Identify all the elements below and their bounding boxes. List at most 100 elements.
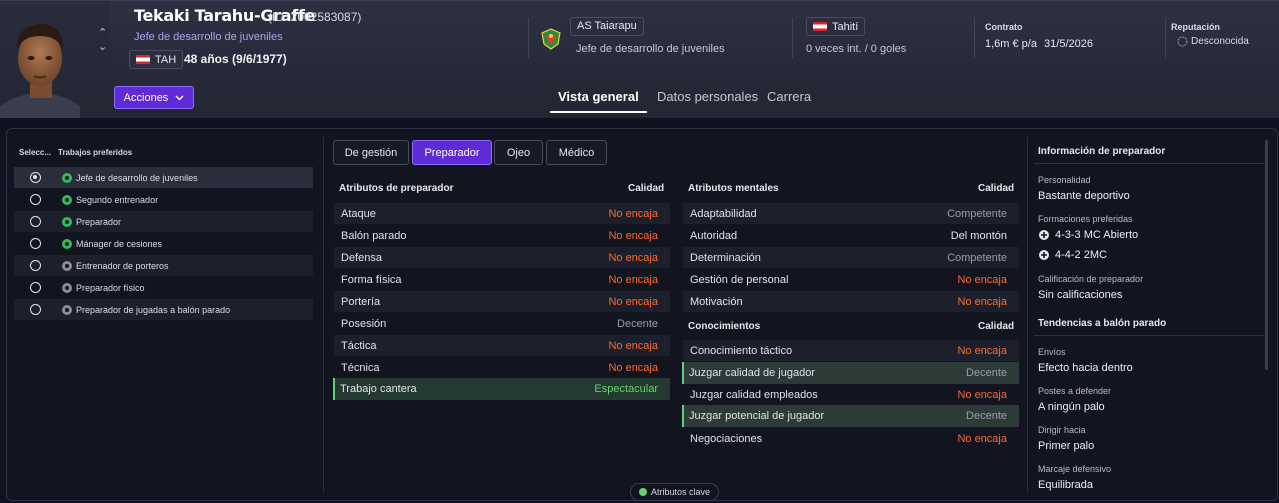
attribute-value: No encaja	[608, 207, 658, 220]
formation-label: 4-3-3 MC Abierto	[1055, 229, 1139, 241]
subtab-scouting[interactable]: Ojeo	[494, 140, 543, 165]
attribute-row[interactable]: Portería No encaja	[334, 291, 670, 312]
marking-value: Equilibrada	[1038, 479, 1094, 491]
subtab-coach[interactable]: Preparador	[412, 140, 492, 165]
reputation-star-icon	[1177, 36, 1188, 47]
attribute-value: No encaja	[957, 273, 1007, 286]
tab-overview[interactable]: Vista general	[558, 89, 639, 104]
formation-item[interactable]: 4-3-3 MC Abierto	[1038, 229, 1138, 241]
attribute-row[interactable]: Ataque No encaja	[334, 203, 670, 224]
rating-label: Calificación de preparador	[1038, 274, 1144, 284]
attribute-row[interactable]: Juzgar calidad empleados No encaja	[683, 384, 1019, 405]
job-label: Preparador de jugadas a balón parado	[76, 304, 231, 315]
actions-label: Acciones	[123, 91, 169, 104]
attribute-row[interactable]: Posesión Decente	[334, 313, 670, 334]
whistle-icon	[62, 282, 72, 293]
attribute-row[interactable]: Gestión de personal No encaja	[683, 269, 1019, 290]
header-divider	[974, 18, 975, 58]
preferred-job-row[interactable]: Mánager de cesiones	[14, 233, 313, 254]
radio-unselected[interactable]	[30, 216, 41, 227]
attribute-name: Técnica	[341, 361, 380, 374]
job-label: Mánager de cesiones	[76, 238, 163, 249]
key-attributes-label: Atributos clave	[651, 487, 711, 497]
personality-value: Bastante deportivo	[1038, 190, 1130, 202]
attribute-name: Ataque	[341, 207, 376, 220]
attribute-row[interactable]: Negociaciones No encaja	[683, 428, 1019, 449]
attribute-name: Negociaciones	[690, 432, 763, 445]
radio-selected[interactable]	[30, 172, 41, 183]
actions-button[interactable]: Acciones	[114, 86, 194, 109]
attribute-value: No encaja	[957, 295, 1007, 308]
attribute-row[interactable]: Motivación No encaja	[683, 291, 1019, 312]
setpiece-tendencies-title: Tendencias a balón parado	[1038, 318, 1167, 329]
posts-label: Postes a defender	[1038, 386, 1112, 396]
person-job-link[interactable]: Jefe de desarrollo de juveniles	[134, 31, 283, 43]
attribute-value: No encaja	[608, 229, 658, 242]
reputation-label: Reputación	[1171, 22, 1221, 32]
formation-item[interactable]: 4-4-2 2MC	[1038, 249, 1107, 261]
subtab-medical[interactable]: Médico	[546, 140, 607, 165]
attribute-row[interactable]: Conocimiento táctico No encaja	[683, 340, 1019, 361]
mental-quality-header[interactable]: Calidad	[978, 183, 1014, 194]
preferred-job-row[interactable]: Entrenador de porteros	[14, 255, 313, 276]
attribute-row[interactable]: Forma física No encaja	[334, 269, 670, 290]
attribute-value: Decente	[966, 367, 1007, 379]
attribute-name: Adaptabilidad	[690, 207, 757, 220]
nation-chip[interactable]: TAH	[129, 50, 184, 69]
next-person-arrow-icon[interactable]: ⌄	[98, 40, 107, 53]
club-name-chip[interactable]: AS Taiarapu	[570, 17, 644, 36]
attribute-row-key[interactable]: Juzgar calidad de jugador Decente	[682, 362, 1019, 384]
attribute-value: Decente	[617, 317, 658, 330]
whistle-icon	[62, 260, 72, 271]
tab-career[interactable]: Carrera	[767, 89, 811, 104]
select-column-header: Selecc...	[19, 148, 52, 157]
preferred-job-row[interactable]: Preparador físico	[14, 277, 313, 298]
coach-info-title: Información de preparador	[1038, 146, 1166, 157]
radio-unselected[interactable]	[30, 304, 41, 315]
header-divider	[792, 18, 793, 58]
attribute-name: Trabajo cantera	[340, 383, 417, 395]
club-badge-icon[interactable]	[540, 28, 562, 50]
attribute-row[interactable]: Defensa No encaja	[334, 247, 670, 268]
preferred-job-row[interactable]: Preparador de jugadas a balón parado	[14, 299, 313, 320]
job-label: Preparador físico	[76, 282, 145, 293]
attribute-name: Posesión	[341, 317, 387, 330]
club-role: Jefe de desarrollo de juveniles	[576, 43, 725, 55]
coach-quality-header[interactable]: Calidad	[628, 183, 664, 194]
attribute-name: Motivación	[690, 295, 743, 308]
posts-value: A ningún palo	[1038, 401, 1105, 413]
knowledge-quality-header[interactable]: Calidad	[978, 321, 1014, 332]
attribute-row[interactable]: Balón parado No encaja	[334, 225, 670, 246]
attribute-row[interactable]: Técnica No encaja	[334, 357, 670, 378]
previous-person-arrow-icon[interactable]: ⌃	[98, 26, 107, 39]
attribute-row[interactable]: Determinación Competente	[683, 247, 1019, 268]
tab-personal-data[interactable]: Datos personales	[657, 89, 758, 104]
radio-unselected[interactable]	[30, 260, 41, 271]
radio-unselected[interactable]	[30, 194, 41, 205]
attribute-row[interactable]: Táctica No encaja	[334, 335, 670, 356]
nationality-chip[interactable]: Tahití	[806, 17, 866, 36]
radio-unselected[interactable]	[30, 238, 41, 249]
formation-label: 4-4-2 2MC	[1055, 249, 1107, 261]
attribute-name: Forma física	[341, 273, 402, 286]
radio-unselected[interactable]	[30, 282, 41, 293]
attribute-row[interactable]: Adaptabilidad Competente	[683, 203, 1019, 224]
contract-label: Contrato	[985, 22, 1023, 32]
attribute-value: No encaja	[608, 251, 658, 264]
preferred-job-row[interactable]: Segundo entrenador	[14, 189, 313, 210]
attribute-value: No encaja	[608, 273, 658, 286]
attribute-row-key[interactable]: Juzgar potencial de jugador Decente	[682, 405, 1019, 427]
attribute-value: Competente	[947, 251, 1007, 264]
subtab-management[interactable]: De gestión	[333, 140, 409, 165]
preferred-jobs-header[interactable]: Trabajos preferidos	[58, 148, 132, 157]
attribute-row-key[interactable]: Trabajo cantera Espectacular	[333, 378, 670, 400]
preferred-job-row[interactable]: Jefe de desarrollo de juveniles	[14, 167, 313, 188]
attribute-name: Defensa	[341, 251, 382, 264]
job-label: Segundo entrenador	[76, 194, 159, 205]
attribute-name: Portería	[341, 295, 381, 308]
key-attributes-legend[interactable]: Atributos clave	[630, 483, 720, 501]
preferred-job-row[interactable]: Preparador	[14, 211, 313, 232]
right-panel-scrollbar[interactable]	[1265, 140, 1268, 370]
attribute-value: Decente	[966, 410, 1007, 422]
attribute-row[interactable]: Autoridad Del montón	[683, 225, 1019, 246]
